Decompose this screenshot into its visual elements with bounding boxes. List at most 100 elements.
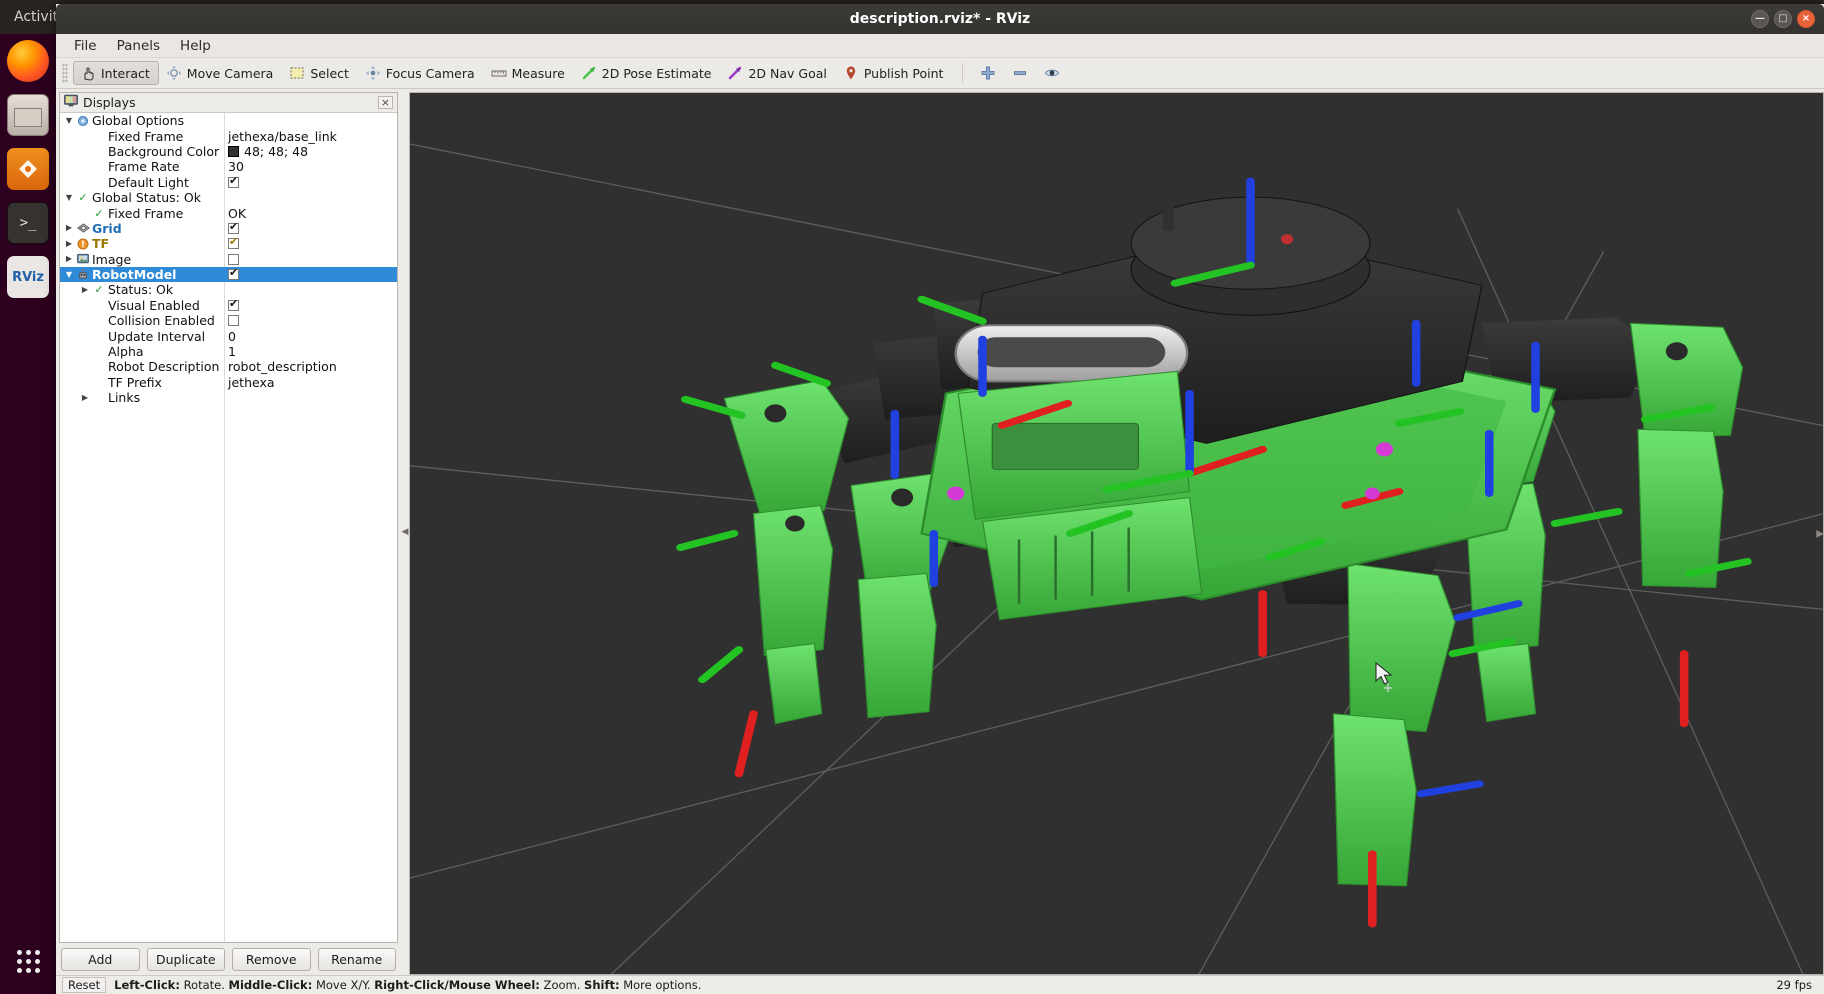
mouse-hint-segment-3: Move X/Y. [312, 978, 375, 992]
tool-interact[interactable]: Interact [73, 61, 159, 85]
right-splitter-handle[interactable]: ▶ [1816, 528, 1823, 539]
displays-tree[interactable]: ▼ Global Options Fixed Frame jethexa/base_l… [60, 113, 397, 942]
display-row-label: Global Options [92, 113, 185, 129]
chevron-right-icon[interactable]: ▶ [78, 285, 92, 294]
display-row-name-cell: TF Prefix [60, 375, 224, 390]
display-row-value[interactable]: jethexa [224, 375, 386, 390]
remove-tool-icon[interactable] [1005, 61, 1037, 85]
render-view-3d[interactable]: ▶ [409, 92, 1824, 975]
display-row-background-color[interactable]: Background Color 48; 48; 48 [60, 144, 397, 159]
display-row-alpha[interactable]: Alpha 1 [60, 344, 397, 359]
checkbox[interactable] [228, 267, 239, 281]
menu-panels[interactable]: Panels [107, 35, 170, 57]
display-row-frame-rate[interactable]: Frame Rate 30 [60, 159, 397, 174]
display-row-image[interactable]: ▶ Image [60, 252, 397, 267]
menu-file[interactable]: File [64, 35, 107, 57]
mouse-hint-segment-7: More options. [619, 978, 702, 992]
display-row-value[interactable] [224, 267, 386, 282]
display-row-label: TF [92, 236, 110, 252]
display-row-value[interactable] [224, 236, 386, 251]
tool-publish-point[interactable]: Publish Point [836, 61, 953, 85]
duplicate-display-button[interactable]: Duplicate [146, 947, 225, 971]
rviz-icon[interactable]: RViz [7, 256, 49, 298]
display-row-fixed-frame[interactable]: ✓ Fixed Frame OK [60, 205, 397, 221]
rename-display-button[interactable]: Rename [317, 947, 396, 971]
display-row-tf-prefix[interactable]: TF Prefix jethexa [60, 375, 397, 390]
tool-focus-camera[interactable]: Focus Camera [358, 61, 484, 85]
chevron-right-icon[interactable]: ▶ [62, 239, 76, 248]
display-row-name-cell: ▶ Image [60, 252, 224, 267]
display-row-value[interactable] [224, 298, 386, 313]
maximize-button[interactable]: □ [1774, 10, 1792, 28]
remove-display-button[interactable]: Remove [232, 947, 311, 971]
display-row-value[interactable]: jethexa/base_link [224, 129, 386, 144]
display-row-update-interval[interactable]: Update Interval 0 [60, 328, 397, 344]
display-row-value[interactable]: 48; 48; 48 [224, 144, 386, 159]
displays-panel-header: Displays × [60, 93, 397, 113]
display-row-global-status-ok[interactable]: ▼ ✓ Global Status: Ok [60, 190, 397, 205]
tool-select[interactable]: Select [282, 61, 358, 85]
reset-button[interactable]: Reset [62, 977, 107, 993]
files-icon[interactable] [7, 94, 49, 136]
terminal-icon[interactable]: >_ [7, 202, 49, 244]
robot-model [676, 121, 1752, 928]
display-row-value[interactable]: 1 [224, 344, 386, 359]
tool-2d-nav-goal[interactable]: 2D Nav Goal [720, 61, 835, 85]
display-row-name-cell: Frame Rate [60, 159, 224, 174]
menu-help[interactable]: Help [170, 35, 221, 57]
add-display-button[interactable]: Add [61, 947, 140, 971]
tool-2d-pose-estimate[interactable]: 2D Pose Estimate [574, 61, 721, 85]
display-row-value[interactable]: robot_description [224, 359, 386, 374]
display-row-global-options[interactable]: ▼ Global Options [60, 113, 397, 128]
chevron-down-icon[interactable]: ▼ [62, 116, 76, 125]
show-applications-icon[interactable] [7, 940, 49, 982]
checkbox[interactable] [228, 221, 239, 234]
add-tool-icon[interactable] [973, 61, 1005, 85]
chevron-right-icon[interactable]: ▶ [62, 255, 76, 263]
mouse-hint-segment-5: Zoom. [539, 978, 585, 992]
display-row-grid[interactable]: ▶ Grid [60, 221, 397, 236]
display-row-tf[interactable]: ▶ TF [60, 236, 397, 251]
display-row-value[interactable] [224, 313, 386, 328]
display-row-value[interactable]: OK [224, 206, 386, 221]
displays-panel-title: Displays [83, 95, 136, 110]
display-row-value[interactable] [224, 221, 386, 236]
display-row-visual-enabled[interactable]: Visual Enabled [60, 298, 397, 313]
checkbox[interactable] [228, 298, 239, 311]
display-row-value[interactable]: 0 [224, 329, 386, 344]
display-row-fixed-frame[interactable]: Fixed Frame jethexa/base_link [60, 128, 397, 144]
close-icon[interactable]: × [377, 96, 393, 109]
close-button[interactable]: × [1797, 10, 1815, 28]
tool-move-camera[interactable]: Move Camera [159, 61, 283, 85]
chevron-right-icon[interactable]: ▶ [62, 224, 76, 232]
display-row-name-cell: Visual Enabled [60, 298, 224, 313]
display-row-value[interactable]: 30 [224, 159, 386, 174]
color-swatch[interactable] [228, 145, 239, 157]
chevron-down-icon[interactable]: ▼ [62, 270, 76, 279]
software-icon[interactable] [7, 148, 49, 190]
display-row-value[interactable] [224, 252, 386, 267]
tool-interact-label: Interact [101, 65, 150, 81]
toolbar-grip[interactable] [62, 63, 68, 83]
tool-properties-icon[interactable] [1037, 61, 1069, 85]
checkbox[interactable] [228, 236, 239, 250]
tool-2d-nav-goal-label: 2D Nav Goal [748, 65, 827, 81]
firefox-icon[interactable] [7, 40, 49, 82]
display-row-collision-enabled[interactable]: Collision Enabled [60, 313, 397, 328]
left-splitter-handle[interactable]: ◀ [401, 89, 409, 975]
minimize-button[interactable]: — [1751, 10, 1769, 28]
nav-goal-arrow-icon [727, 65, 743, 81]
checkbox[interactable] [228, 315, 239, 327]
display-row-status-ok[interactable]: ▶ ✓ Status: Ok [60, 282, 397, 297]
display-row-value[interactable] [224, 175, 386, 190]
display-row-robotmodel[interactable]: ▼ RobotModel [60, 266, 397, 283]
display-row-robot-description[interactable]: Robot Description robot_description [60, 359, 397, 374]
display-row-links[interactable]: ▶ Links [60, 390, 397, 405]
chevron-right-icon[interactable]: ▶ [78, 393, 92, 402]
map-pin-icon [843, 65, 859, 81]
tool-measure[interactable]: Measure [484, 61, 574, 85]
checkbox[interactable] [228, 175, 239, 188]
checkbox[interactable] [228, 253, 239, 265]
display-row-default-light[interactable]: Default Light [60, 175, 397, 190]
chevron-down-icon[interactable]: ▼ [62, 193, 76, 202]
